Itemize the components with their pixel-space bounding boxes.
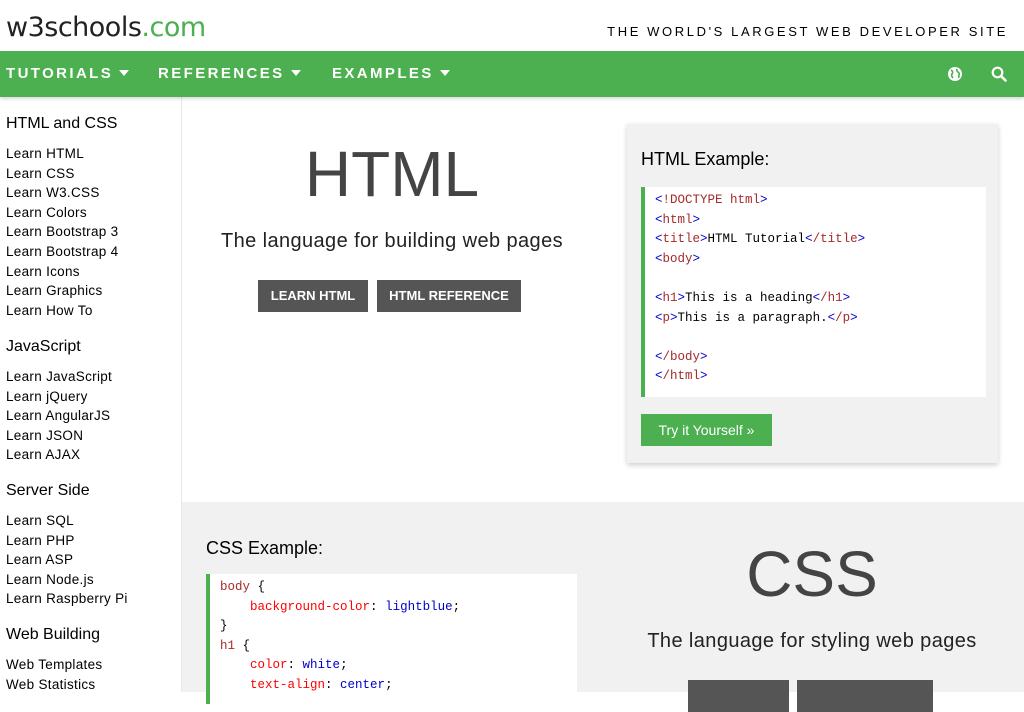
caret-down-icon bbox=[119, 70, 130, 76]
css-reference-button[interactable] bbox=[797, 680, 933, 712]
sidebar: HTML and CSS Learn HTML Learn CSS Learn … bbox=[0, 97, 182, 692]
sidebar-link-learn-icons[interactable]: Learn Icons bbox=[6, 264, 80, 279]
code-token: color bbox=[250, 658, 288, 673]
html-example-title: HTML Example: bbox=[641, 149, 770, 169]
code-token: { bbox=[257, 580, 266, 594]
search-icon[interactable] bbox=[986, 51, 1012, 97]
code-token: white bbox=[302, 658, 341, 673]
main-navbar: TUTORIALS REFERENCES EXAMPLES bbox=[0, 51, 1024, 97]
code-token: h1 bbox=[220, 638, 236, 653]
html-hero-title: HTML bbox=[304, 138, 480, 210]
site-tagline: THE WORLD'S LARGEST WEB DEVELOPER SITE bbox=[607, 24, 1008, 39]
sidebar-heading-html-css: HTML and CSS bbox=[6, 115, 118, 132]
code-token: HTML Tutorial bbox=[707, 232, 806, 247]
main-content: HTML The language for building web pages… bbox=[182, 97, 1024, 712]
code-token: /p bbox=[835, 310, 851, 325]
code-token: body bbox=[220, 580, 251, 594]
css-section: CSS Example: body { background-color: li… bbox=[182, 502, 1024, 712]
try-it-yourself-button[interactable]: Try it Yourself » bbox=[641, 414, 772, 446]
sidebar-heading-server-side: Server Side bbox=[6, 482, 90, 499]
sidebar-link-web-templates[interactable]: Web Templates bbox=[6, 657, 102, 672]
code-token: title bbox=[662, 232, 701, 247]
code-token: { bbox=[242, 638, 251, 653]
sidebar-link-web-statistics[interactable]: Web Statistics bbox=[6, 677, 95, 692]
sidebar-heading-web-building: Web Building bbox=[6, 626, 100, 643]
sidebar-link-learn-asp[interactable]: Learn ASP bbox=[6, 552, 73, 567]
code-token: This is a paragraph. bbox=[677, 310, 828, 325]
code-token: html bbox=[662, 212, 693, 227]
sidebar-link-learn-javascript[interactable]: Learn JavaScript bbox=[6, 369, 112, 384]
code-token: background-color bbox=[250, 599, 371, 614]
html-hero-subtitle: The language for building web pages bbox=[220, 230, 564, 252]
code-token: } bbox=[220, 619, 228, 634]
code-token: h1 bbox=[662, 290, 678, 305]
sidebar-link-learn-nodejs[interactable]: Learn Node.js bbox=[6, 572, 94, 587]
learn-css-button[interactable] bbox=[688, 680, 789, 712]
nav-examples-label: EXAMPLES bbox=[332, 65, 434, 82]
caret-down-icon bbox=[290, 70, 301, 76]
logo-text[interactable]: w3schools bbox=[6, 12, 142, 43]
nav-references-label: REFERENCES bbox=[158, 65, 285, 82]
css-hero-subtitle: The language for styling web pages bbox=[647, 630, 977, 652]
code-token: center bbox=[340, 677, 386, 692]
sidebar-link-learn-ajax[interactable]: Learn AJAX bbox=[6, 447, 80, 462]
sidebar-link-learn-php[interactable]: Learn PHP bbox=[6, 533, 75, 548]
code-token: /body bbox=[662, 349, 701, 364]
code-token: !DOCTYPE html bbox=[662, 193, 761, 207]
site-logo[interactable]: w3schools.com bbox=[6, 11, 206, 45]
sidebar-link-learn-graphics[interactable]: Learn Graphics bbox=[6, 283, 103, 298]
sidebar-link-learn-howto[interactable]: Learn How To bbox=[6, 303, 93, 318]
sidebar-link-learn-angularjs[interactable]: Learn AngularJS bbox=[6, 408, 110, 423]
sidebar-link-learn-html[interactable]: Learn HTML bbox=[6, 146, 84, 161]
sidebar-link-learn-css[interactable]: Learn CSS bbox=[6, 166, 75, 181]
code-token: /title bbox=[812, 232, 858, 247]
sidebar-link-learn-raspberrypi[interactable]: Learn Raspberry Pi bbox=[6, 591, 128, 606]
sidebar-link-learn-w3css[interactable]: Learn W3.CSS bbox=[6, 185, 100, 200]
code-token: text-align bbox=[250, 677, 326, 692]
html-reference-button[interactable]: HTML REFERENCE bbox=[377, 280, 521, 312]
sidebar-link-learn-json[interactable]: Learn JSON bbox=[6, 428, 83, 443]
nav-references[interactable]: REFERENCES bbox=[158, 51, 301, 97]
code-token: p bbox=[662, 310, 671, 325]
nav-tutorials[interactable]: TUTORIALS bbox=[6, 51, 130, 97]
sidebar-link-learn-sql[interactable]: Learn SQL bbox=[6, 513, 74, 528]
nav-tutorials-label: TUTORIALS bbox=[6, 65, 114, 82]
sidebar-link-learn-bootstrap4[interactable]: Learn Bootstrap 4 bbox=[6, 244, 118, 259]
top-header: w3schools.com THE WORLD'S LARGEST WEB DE… bbox=[0, 0, 1024, 51]
globe-icon[interactable] bbox=[942, 51, 968, 97]
sidebar-link-learn-colors[interactable]: Learn Colors bbox=[6, 205, 87, 220]
html-section: HTML The language for building web pages… bbox=[182, 97, 1024, 502]
code-token: body bbox=[662, 251, 693, 266]
learn-html-button[interactable]: LEARN HTML bbox=[258, 280, 368, 312]
html-example-card: HTML Example: <!DOCTYPE html> <html> <titl… bbox=[627, 124, 998, 463]
sidebar-link-learn-bootstrap3[interactable]: Learn Bootstrap 3 bbox=[6, 224, 118, 239]
code-token: /html bbox=[662, 369, 701, 384]
caret-down-icon bbox=[439, 70, 450, 76]
css-code-block: body { background-color: lightblue;} h1 {… bbox=[206, 574, 577, 704]
css-hero-title: CSS bbox=[746, 538, 878, 610]
code-token: This is a heading bbox=[685, 290, 813, 305]
css-example-title: CSS Example: bbox=[206, 538, 324, 558]
logo-domain[interactable]: .com bbox=[141, 12, 206, 43]
nav-examples[interactable]: EXAMPLES bbox=[332, 51, 450, 97]
html-code-block: <!DOCTYPE html> <html> <title>HTML Tutoria… bbox=[641, 187, 986, 397]
sidebar-link-learn-jquery[interactable]: Learn jQuery bbox=[6, 389, 88, 404]
sidebar-heading-javascript: JavaScript bbox=[6, 338, 81, 355]
code-token: /h1 bbox=[820, 290, 843, 305]
code-token: lightblue bbox=[385, 599, 453, 614]
